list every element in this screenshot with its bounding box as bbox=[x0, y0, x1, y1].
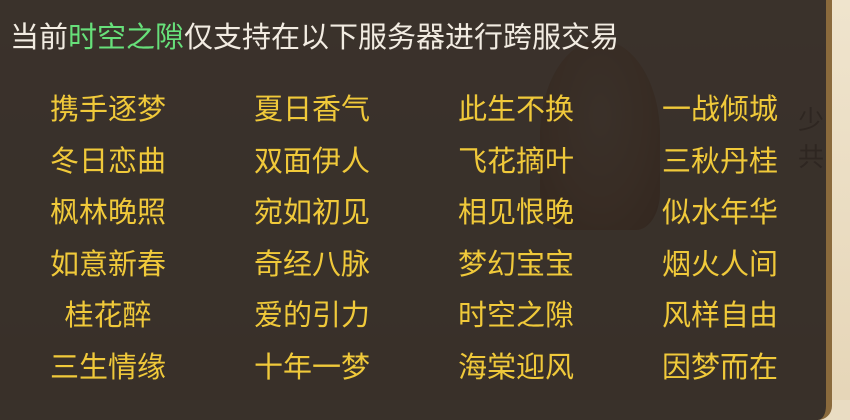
current-server-name: 时空之隙 bbox=[68, 20, 185, 54]
server-item: 海棠迎风 bbox=[457, 349, 574, 384]
server-item: 飞花摘叶 bbox=[457, 143, 574, 178]
server-item: 携手逐梦 bbox=[49, 92, 166, 126]
header-prefix: 当前 bbox=[10, 20, 69, 54]
server-item: 一战倾城 bbox=[661, 92, 778, 126]
server-item: 相见恨晚 bbox=[457, 195, 574, 229]
server-item: 烟火人间 bbox=[661, 246, 778, 281]
server-item: 三生情缘 bbox=[49, 349, 166, 384]
server-item: 爱的引力 bbox=[253, 298, 370, 332]
server-item: 风样自由 bbox=[661, 298, 778, 332]
server-item: 如意新春 bbox=[49, 246, 166, 281]
header-suffix: 仅支持在以下服务器进行跨服交易 bbox=[184, 20, 620, 54]
server-item: 时空之隙 bbox=[457, 298, 574, 332]
server-list: 携手逐梦 夏日香气 此生不换 一战倾城 冬日恋曲 双面伊人 飞花摘叶 三秋丹桂 … bbox=[6, 84, 821, 393]
server-item: 桂花醉 bbox=[64, 298, 152, 332]
server-item: 此生不换 bbox=[457, 92, 574, 126]
server-item: 枫林晚照 bbox=[49, 195, 166, 229]
server-item: 双面伊人 bbox=[253, 143, 370, 178]
server-item: 奇经八脉 bbox=[253, 246, 370, 281]
server-item: 冬日恋曲 bbox=[49, 143, 166, 178]
server-item: 三秋丹桂 bbox=[661, 143, 778, 178]
tooltip-header: 当前时空之隙仅支持在以下服务器进行跨服交易 bbox=[10, 14, 619, 56]
server-item: 因梦而在 bbox=[661, 349, 778, 384]
server-item: 似水年华 bbox=[661, 195, 778, 229]
server-item: 夏日香气 bbox=[253, 92, 370, 126]
server-item: 十年一梦 bbox=[253, 349, 370, 384]
cross-server-trade-tooltip: 当前时空之隙仅支持在以下服务器进行跨服交易 携手逐梦 夏日香气 此生不换 一战倾… bbox=[0, 0, 832, 420]
server-item: 宛如初见 bbox=[253, 195, 370, 229]
server-item: 梦幻宝宝 bbox=[457, 246, 574, 281]
